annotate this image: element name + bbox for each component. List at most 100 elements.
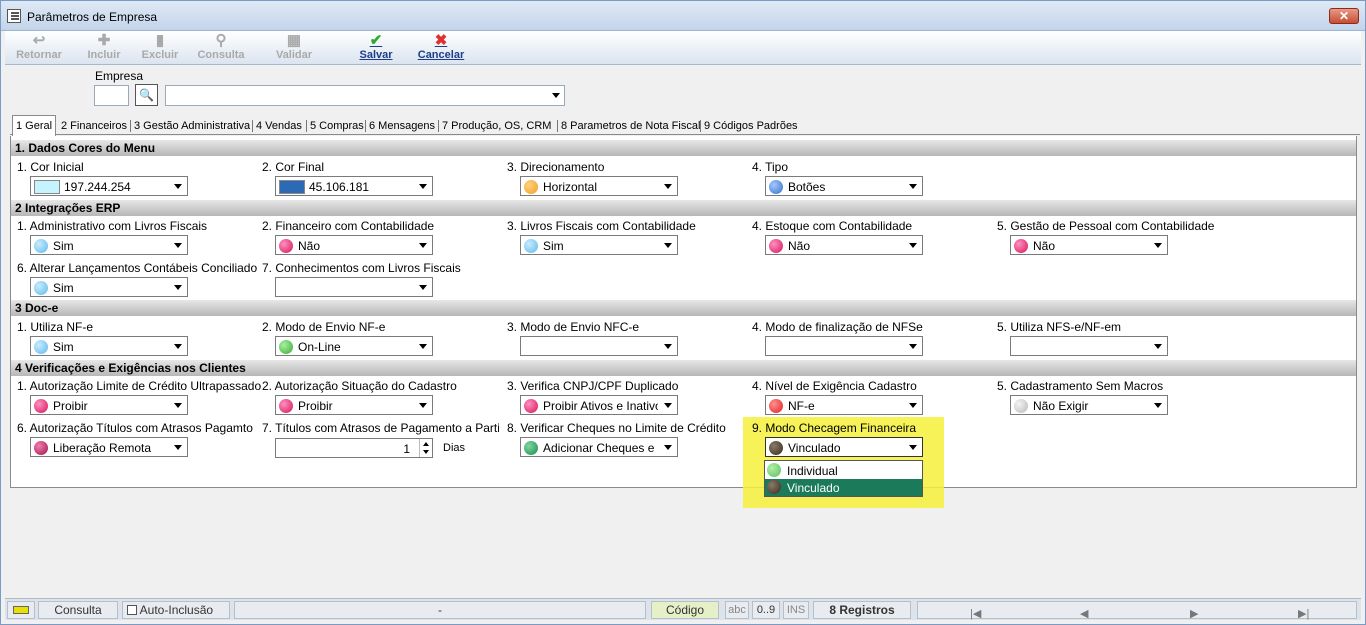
tab-producao[interactable]: 7 Produção, OS, CRM: [439, 118, 554, 135]
auto-inclusao-toggle[interactable]: Auto-Inclusão: [122, 601, 230, 619]
empresa-select[interactable]: [165, 85, 565, 106]
green-dot-icon: [767, 463, 781, 477]
trash-icon: ▮: [155, 32, 165, 49]
pessoal-contab-select[interactable]: Não: [1010, 235, 1168, 255]
plus-icon: ✚: [97, 32, 111, 49]
undo-icon: ↩: [32, 32, 46, 49]
tab-mensagens[interactable]: 6 Mensagens: [366, 118, 438, 135]
blue-dot-icon: [769, 180, 783, 194]
conhecimentos-select[interactable]: [275, 277, 433, 297]
chevron-down-icon: [174, 184, 182, 189]
cheques-limite-select[interactable]: Adicionar Cheques e Cheques: [520, 437, 678, 457]
chevron-down-icon: [909, 403, 917, 408]
livros-contab-select[interactable]: Sim: [520, 235, 678, 255]
light-blue-dot-icon: [524, 239, 538, 253]
checagem-fin-select[interactable]: Vinculado: [765, 437, 923, 457]
final-nfse-select[interactable]: [765, 336, 923, 356]
estoque-contab-select[interactable]: Não: [765, 235, 923, 255]
conhecimentos-label: 7. Conhecimentos com Livros Fiscais: [262, 261, 461, 275]
window-icon: [7, 9, 21, 23]
cor-inicial-select[interactable]: 197.244.254: [30, 176, 188, 196]
pink-dot-icon: [769, 239, 783, 253]
cnpj-dup-select[interactable]: Proibir Ativos e Inativos: [520, 395, 678, 415]
tab-geral[interactable]: 1 Geral: [12, 115, 57, 136]
tab-nota-fiscal[interactable]: 8 Parametros de Nota Fiscal: [558, 118, 703, 135]
fin-contab-select[interactable]: Não: [275, 235, 433, 255]
chevron-down-icon: [419, 184, 427, 189]
final-nfse-label: 4. Modo de finalização de NFSe: [752, 320, 923, 334]
orange-dot-icon: [524, 180, 538, 194]
envio-nfe-select[interactable]: On-Line: [275, 336, 433, 356]
chevron-down-icon: [664, 184, 672, 189]
aut-limite-select[interactable]: Proibir: [30, 395, 188, 415]
section-integracoes-erp: 2 Integrações ERP: [11, 200, 1356, 216]
chevron-down-icon: [1154, 344, 1162, 349]
excluir-button[interactable]: ▮ Excluir: [137, 33, 183, 63]
incluir-button[interactable]: ✚ Incluir: [81, 33, 127, 63]
tipo-select[interactable]: Botões: [765, 176, 923, 196]
pessoal-contab-label: 5. Gestão de Pessoal com Contabilidade: [997, 219, 1215, 233]
tab-bar: 1 Geral 2 Financeiros 3 Gestão Administr…: [10, 115, 1360, 136]
chevron-down-icon: [664, 403, 672, 408]
tab-financeiros[interactable]: 2 Financeiros: [58, 118, 130, 135]
nivel-exig-label: 4. Nível de Exigência Cadastro: [752, 379, 917, 393]
aut-situacao-select[interactable]: Proibir: [275, 395, 433, 415]
salvar-button[interactable]: ✔ Salvar: [353, 33, 399, 63]
tab-gestao-administrativa[interactable]: 3 Gestão Administrativa: [131, 118, 253, 135]
checkbox-icon[interactable]: [127, 605, 137, 615]
direcionamento-select[interactable]: Horizontal: [520, 176, 678, 196]
titulos-atraso-spinner[interactable]: 1: [275, 438, 433, 458]
empresa-code-input[interactable]: [94, 85, 129, 106]
record-count: 8 Registros: [813, 601, 911, 619]
first-record-icon[interactable]: |◀: [970, 606, 981, 622]
info-status: -: [234, 601, 646, 619]
tab-compras[interactable]: 5 Compras: [307, 118, 367, 135]
aut-limite-label: 1. Autorização Limite de Crédito Ultrapa…: [17, 379, 262, 393]
option-vinculado[interactable]: Vinculado: [765, 479, 922, 496]
calculator-icon: ▦: [286, 32, 302, 49]
chevron-down-icon: [419, 243, 427, 248]
utiliza-nfse-select[interactable]: [1010, 336, 1168, 356]
option-individual[interactable]: Individual: [765, 462, 922, 479]
adm-livros-select[interactable]: Sim: [30, 235, 188, 255]
cancelar-button[interactable]: ✖ Cancelar: [413, 33, 469, 63]
red-dot-icon: [769, 399, 783, 413]
checagem-fin-label: 9. Modo Checagem Financeira: [752, 421, 917, 435]
mode-status: Consulta: [38, 601, 118, 619]
last-record-icon[interactable]: ▶|: [1298, 606, 1309, 622]
checkmark-icon: ✔: [369, 32, 383, 49]
sem-macros-select[interactable]: Não Exigir: [1010, 395, 1168, 415]
tab-codigos-padroes[interactable]: 9 Códigos Padrões: [701, 118, 801, 135]
consulta-button[interactable]: ⚲ Consulta: [195, 33, 247, 63]
section-cores-menu: 1. Dados Cores do Menu: [11, 140, 1356, 156]
window-title: Parâmetros de Empresa: [27, 10, 158, 24]
card-icon: [13, 606, 29, 614]
prev-record-icon[interactable]: ◀: [1080, 606, 1088, 622]
alterar-lanc-select[interactable]: Sim: [30, 277, 188, 297]
dark-green-dot-icon: [524, 441, 538, 455]
next-record-icon[interactable]: ▶: [1190, 606, 1198, 622]
envio-nfce-select[interactable]: [520, 336, 678, 356]
toolbar: ↩ Retornar ✚ Incluir ▮ Excluir ⚲ Consult…: [5, 31, 1361, 65]
chevron-down-icon: [909, 445, 917, 450]
spinner-buttons[interactable]: [419, 439, 432, 457]
close-button[interactable]: ✕: [1329, 8, 1359, 24]
aut-titulos-select[interactable]: Liberação Remota: [30, 437, 188, 457]
utiliza-nfe-select[interactable]: Sim: [30, 336, 188, 356]
empresa-search-button[interactable]: 🔍: [135, 84, 158, 106]
utiliza-nfe-label: 1. Utiliza NF-e: [17, 320, 94, 334]
retornar-button[interactable]: ↩ Retornar: [11, 33, 67, 63]
tab-vendas[interactable]: 4 Vendas: [253, 118, 305, 135]
utiliza-nfse-label: 5. Utiliza NFS-e/NF-em: [997, 320, 1122, 334]
aut-titulos-label: 6. Autorização Títulos com Atrasos Pagam…: [17, 421, 253, 435]
cor-final-select[interactable]: 45.106.181: [275, 176, 433, 196]
section-doc-e: 3 Doc-e: [11, 300, 1356, 316]
chevron-down-icon: [174, 243, 182, 248]
aut-situacao-label: 2. Autorização Situação do Cadastro: [262, 379, 457, 393]
search-icon: 🔍: [139, 88, 154, 102]
nivel-exig-select[interactable]: NF-e: [765, 395, 923, 415]
status-indicator: [7, 601, 35, 619]
codigo-sort-button[interactable]: Código: [651, 601, 719, 619]
empresa-label: Empresa: [95, 69, 144, 83]
validar-button[interactable]: ▦ Validar: [271, 33, 317, 63]
